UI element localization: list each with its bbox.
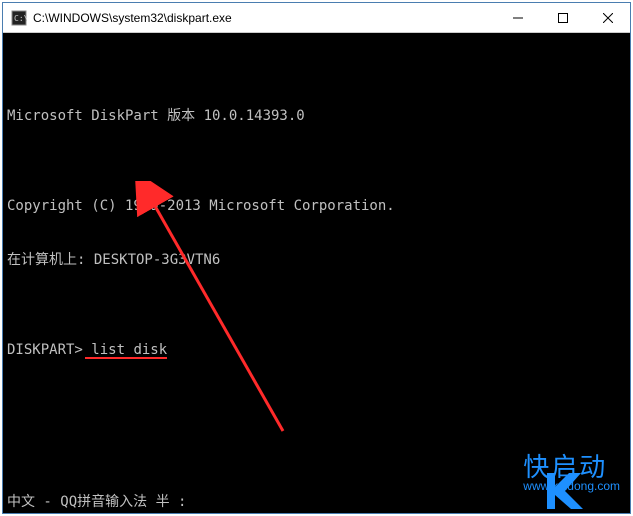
minimize-button[interactable] (495, 3, 540, 32)
window-controls (495, 3, 630, 32)
term-version: Microsoft DiskPart 版本 10.0.14393.0 (7, 107, 626, 125)
red-underline-annotation (85, 357, 167, 359)
watermark-logo-icon (473, 451, 517, 495)
watermark: 快启动 www.kqidong.com (473, 451, 620, 495)
svg-text:C:\: C:\ (14, 14, 27, 23)
close-button[interactable] (585, 3, 630, 32)
diskpart-window: C:\ C:\WINDOWS\system32\diskpart.exe Mic… (2, 2, 631, 514)
prompt-line: DISKPART> list disk (7, 341, 626, 359)
ime-status: 中文 - QQ拼音输入法 半 : (7, 493, 186, 511)
term-copyright: Copyright (C) 1999-2013 Microsoft Corpor… (7, 197, 626, 215)
window-title: C:\WINDOWS\system32\diskpart.exe (33, 11, 495, 25)
app-icon: C:\ (11, 10, 27, 26)
red-arrow-annotation (133, 181, 293, 441)
term-computer: 在计算机上: DESKTOP-3G3VTN6 (7, 251, 626, 269)
prompt: DISKPART> (7, 341, 91, 359)
terminal-area[interactable]: Microsoft DiskPart 版本 10.0.14393.0 Copyr… (3, 33, 630, 513)
titlebar[interactable]: C:\ C:\WINDOWS\system32\diskpart.exe (3, 3, 630, 33)
maximize-button[interactable] (540, 3, 585, 32)
